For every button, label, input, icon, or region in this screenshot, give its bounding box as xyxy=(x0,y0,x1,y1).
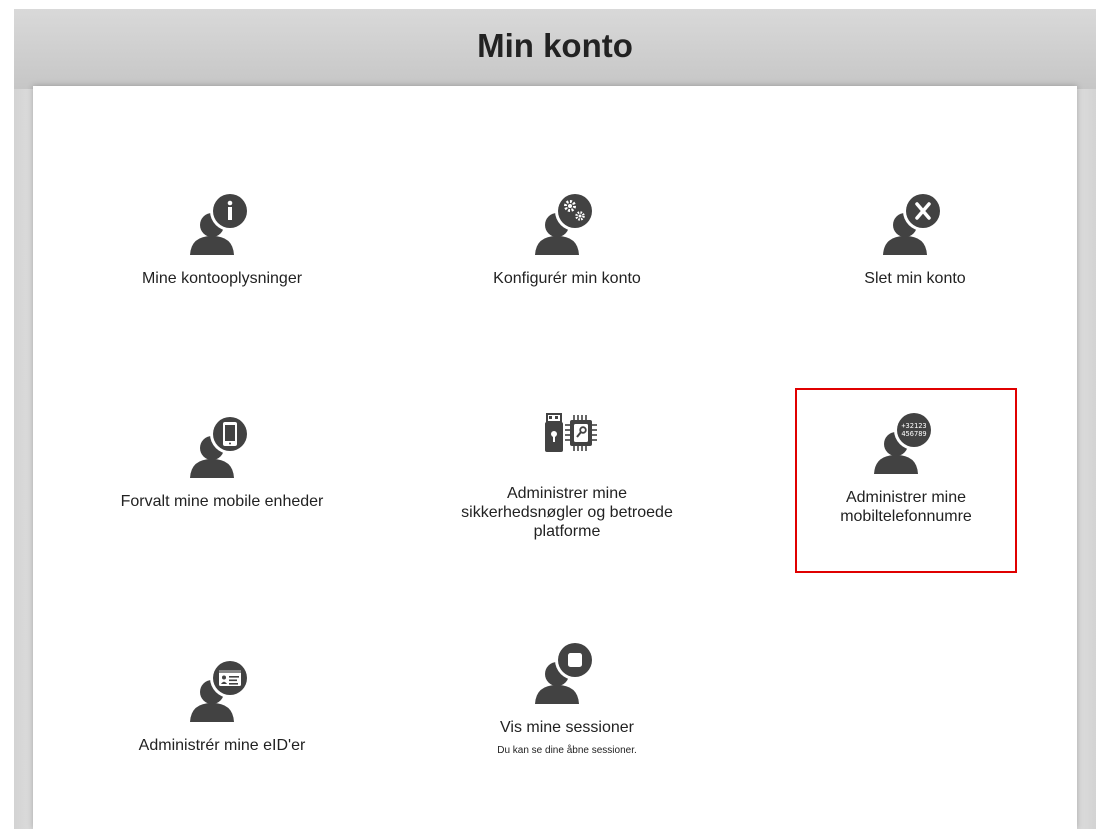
tile-label: Vis mine sessioner xyxy=(500,719,634,736)
tile-label: Slet min konto xyxy=(864,270,966,287)
page-title: Min konto xyxy=(477,27,633,64)
tile-label: Administrer mine mobiltelefonnumre xyxy=(840,489,972,525)
tile-configure-account[interactable]: Konfigurér min konto xyxy=(457,191,677,288)
tile-sublabel: Du kan se dine åbne sessioner. xyxy=(497,745,637,756)
tile-label: Administrer mine sikkerhedsnøgler og bet… xyxy=(461,485,673,540)
user-info-icon xyxy=(190,191,250,255)
tile-security-keys[interactable]: Administrer mine sikkerhedsnøgler og bet… xyxy=(457,406,677,541)
tile-delete-account[interactable]: Slet min konto xyxy=(805,191,1025,288)
user-phone-number-icon: +32123 456789 xyxy=(874,410,934,474)
tile-spacer xyxy=(797,390,1015,410)
user-session-icon xyxy=(535,640,595,704)
tile-eids[interactable]: Administrér mine eID'er xyxy=(112,658,332,755)
account-menu-panel: Mine kontooplysninger Konfigurér min kon… xyxy=(33,86,1077,829)
security-key-chip-icon xyxy=(545,413,597,452)
phone-badge-line-2: 456789 xyxy=(901,430,926,438)
user-settings-icon xyxy=(535,191,595,255)
tile-label: Administrér mine eID'er xyxy=(138,737,306,754)
user-delete-icon xyxy=(883,191,943,255)
tile-phone-numbers[interactable]: +32123 456789 Administrer mine mobiltele… xyxy=(795,388,1017,573)
phone-badge-line-1: +32123 xyxy=(901,422,926,430)
user-mobile-device-icon xyxy=(190,414,250,478)
tile-account-info[interactable]: Mine kontooplysninger xyxy=(112,191,332,288)
tile-label: Forvalt mine mobile enheder xyxy=(120,493,324,510)
page-header: Min konto xyxy=(14,9,1096,89)
tile-mobile-devices[interactable]: Forvalt mine mobile enheder xyxy=(112,414,332,511)
tile-label: Mine kontooplysninger xyxy=(141,270,303,287)
tile-sessions[interactable]: Vis mine sessioner Du kan se dine åbne s… xyxy=(457,640,677,756)
user-id-card-icon xyxy=(190,658,250,722)
tile-label: Konfigurér min konto xyxy=(493,270,641,287)
